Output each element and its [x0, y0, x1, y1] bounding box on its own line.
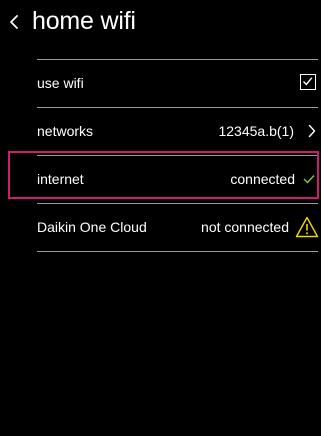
chevron-right-icon [308, 124, 316, 138]
warning-icon [295, 216, 319, 238]
divider [37, 155, 318, 156]
list-item-internet[interactable]: internet connected [0, 155, 321, 203]
chevron-left-icon [10, 15, 18, 29]
list-item-use-wifi[interactable]: use wifi [0, 59, 321, 107]
settings-list: use wifi networks 12345a.b(1) internet c… [0, 59, 321, 251]
divider [37, 107, 318, 108]
check-icon [302, 77, 313, 86]
list-item-daikin-one-cloud[interactable]: Daikin One Cloud not connected [0, 203, 321, 251]
network-value: 12345a.b(1) [218, 123, 294, 139]
back-button[interactable] [4, 7, 26, 37]
row-label: networks [37, 123, 94, 139]
internet-status: connected [230, 171, 295, 187]
row-label: use wifi [37, 75, 84, 91]
page-title: home wifi [32, 7, 136, 35]
list-item-networks[interactable]: networks 12345a.b(1) [0, 107, 321, 155]
row-label: internet [37, 171, 84, 187]
cloud-status: not connected [201, 219, 289, 235]
use-wifi-checkbox[interactable] [300, 74, 316, 90]
row-label: Daikin One Cloud [37, 219, 147, 235]
divider [37, 203, 318, 204]
divider [37, 251, 318, 252]
divider [37, 59, 318, 60]
header: home wifi [0, 0, 321, 44]
check-icon [303, 175, 315, 184]
